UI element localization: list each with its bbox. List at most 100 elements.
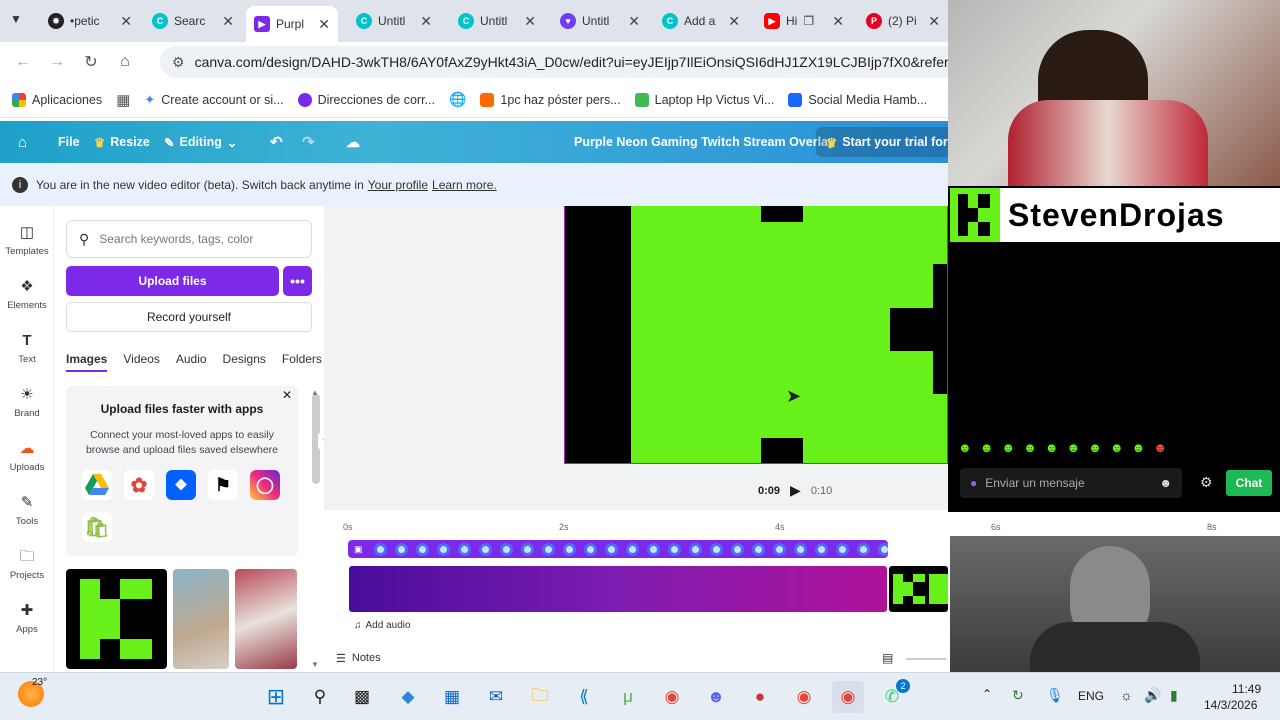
back-arrow-icon[interactable]: ← (6, 53, 40, 71)
close-icon[interactable]: ✕ (282, 388, 292, 402)
notes-button[interactable]: ☰ Notes (336, 652, 381, 665)
chat-message-input[interactable]: ● Enviar un mensaje ☻ (960, 468, 1182, 498)
tab-images[interactable]: Images (66, 352, 108, 372)
chrome-icon[interactable]: ◉ (656, 681, 688, 713)
uploaded-image-thumbnail[interactable] (235, 569, 297, 669)
rail-elements[interactable]: ❖ Elements (0, 278, 54, 311)
emote-icon[interactable]: ☻ (1045, 440, 1059, 455)
emote-icon[interactable]: ☻ (1066, 440, 1080, 455)
close-tab-icon[interactable]: ✕ (222, 13, 234, 30)
instagram-icon[interactable]: ◯ (250, 470, 280, 500)
zoom-slider[interactable] (906, 658, 946, 660)
browser-tab[interactable]: C Searc ✕ (144, 6, 242, 36)
scroll-up-icon[interactable]: ▲ (311, 388, 319, 397)
editing-menu[interactable]: ✎ Editing ⌄ (164, 135, 237, 150)
browser-tab[interactable]: ♥ Untitl ✕ (552, 6, 648, 36)
microsoft-365-icon[interactable]: ◆ (392, 681, 424, 713)
site-info-icon[interactable]: ⚙ (172, 54, 185, 71)
rail-projects[interactable]: 🗀 Projects (0, 548, 54, 581)
add-audio-button[interactable]: ♫ Add audio (354, 620, 411, 631)
scroll-down-icon[interactable]: ▼ (311, 660, 319, 669)
undo-icon[interactable]: ↶ (270, 133, 283, 151)
redo-icon[interactable]: ↷ (302, 133, 315, 151)
close-tab-icon[interactable]: ✕ (524, 13, 536, 30)
upload-files-button[interactable]: Upload files (66, 266, 279, 296)
rail-tools[interactable]: ✎ Tools (0, 494, 54, 527)
animation-track[interactable]: ▣ (348, 540, 888, 558)
your-profile-link[interactable]: Your profile (368, 178, 428, 192)
clock-time[interactable]: 11:49 (1232, 682, 1261, 696)
battery-icon[interactable]: ▮ (1170, 687, 1178, 704)
vscode-icon[interactable]: ⟪ (568, 681, 600, 713)
emote-icon[interactable]: ☻ (980, 440, 994, 455)
bookmark-apps[interactable]: Aplicaciones (12, 92, 102, 107)
learn-more-link[interactable]: Learn more. (432, 178, 497, 192)
bookmark-item[interactable]: Social Media Hamb... (788, 92, 927, 107)
forward-arrow-icon[interactable]: → (40, 53, 74, 71)
reload-icon[interactable]: ↻ (74, 52, 108, 72)
bookmark-grid[interactable]: ▦ (116, 91, 130, 109)
chrome-active-icon[interactable]: ◉ (832, 681, 864, 713)
google-photos-icon[interactable]: ✿ (124, 470, 154, 500)
dropbox-icon[interactable]: ❖ (166, 470, 196, 500)
emoji-icon[interactable]: ☻ (1159, 476, 1172, 490)
bookmark-item[interactable]: ✦ Create account or si... (144, 92, 283, 108)
discord-icon[interactable]: ☻ (700, 681, 732, 713)
search-input[interactable]: ⚲ Search keywords, tags, color (66, 220, 312, 258)
timeline-view-icon[interactable]: ▤ (882, 651, 893, 665)
record-yourself-button[interactable]: Record yourself (66, 302, 312, 332)
volume-icon[interactable]: 🔊 (1144, 687, 1161, 704)
browser-tab-active[interactable]: ▶ Purpl ✕ (246, 6, 338, 42)
emote-icon[interactable]: ☻ (1001, 440, 1015, 455)
tab-designs[interactable]: Designs (223, 352, 266, 372)
emote-icon[interactable]: ☻ (958, 440, 972, 455)
store-icon[interactable]: ▦ (436, 681, 468, 713)
clock-date[interactable]: 14/3/2026 (1204, 698, 1257, 712)
bookmark-item[interactable]: Direcciones de corr... (297, 92, 435, 107)
language-indicator[interactable]: ENG (1078, 689, 1104, 703)
outlook-icon[interactable]: ✉ (480, 681, 512, 713)
browser-tab[interactable]: ▶ Hi ❐ ✕ (756, 6, 852, 36)
chrome-profile-icon[interactable]: ◉ (788, 681, 820, 713)
rail-apps[interactable]: ✚ Apps (0, 602, 54, 635)
uploaded-image-thumbnail[interactable] (66, 569, 167, 669)
bookmark-item[interactable]: 🌐 (449, 91, 466, 108)
file-explorer-icon[interactable]: 🗀 (524, 681, 556, 713)
url-field[interactable]: ⚙ canva.com/design/DAHD-3wkTH8/6AY0fAxZ9… (160, 46, 960, 78)
tab-folders[interactable]: Folders (282, 352, 322, 372)
bookmark-item[interactable]: 1pc haz póster pers... (480, 92, 621, 107)
file-menu[interactable]: File (58, 135, 80, 149)
tab-list-chevron-icon[interactable]: ▼ (10, 12, 22, 26)
chevron-up-icon[interactable]: ⌃ (982, 687, 992, 701)
shopify-icon[interactable]: 🛍 (82, 512, 112, 542)
google-drive-icon[interactable] (82, 470, 112, 500)
browser-tab[interactable]: C Add a ✕ (654, 6, 748, 36)
obs-icon[interactable]: ● (744, 681, 776, 713)
close-tab-icon[interactable]: ✕ (832, 13, 844, 30)
picture-in-picture-icon[interactable]: ❐ (803, 14, 814, 28)
home-icon[interactable]: ⌂ (108, 53, 142, 71)
sync-icon[interactable]: ↻ (1012, 687, 1024, 704)
close-tab-icon[interactable]: ✕ (628, 13, 640, 30)
chat-send-button[interactable]: Chat (1226, 470, 1272, 496)
rail-text[interactable]: T Text (0, 332, 54, 365)
microphone-icon[interactable]: 🎙 (1046, 687, 1064, 704)
emote-icon[interactable]: ☻ (1110, 440, 1124, 455)
design-title[interactable]: Purple Neon Gaming Twitch Stream Overlay (574, 135, 835, 149)
emote-icon[interactable]: ☻ (1088, 440, 1102, 455)
home-icon[interactable]: ⌂ (18, 134, 27, 151)
settings-gear-icon[interactable]: ⚙ (1200, 474, 1213, 491)
close-tab-icon[interactable]: ✕ (120, 13, 132, 30)
windows-start-icon[interactable]: ⊞ (260, 681, 292, 713)
more-options-icon[interactable]: ••• (283, 266, 312, 296)
task-view-icon[interactable]: ▩ (346, 681, 378, 713)
rail-uploads[interactable]: ☁ Uploads (0, 440, 54, 473)
emote-icon[interactable]: ☻ (1153, 440, 1167, 455)
klaviyo-icon[interactable]: ⚑ (208, 470, 238, 500)
k-logo-clip[interactable] (889, 566, 948, 612)
rail-templates[interactable]: ◫ Templates (0, 224, 54, 257)
emote-icon[interactable]: ☻ (1132, 440, 1146, 455)
browser-tab[interactable]: P (2) Pi ✕ (858, 6, 948, 36)
search-icon[interactable]: ⚲ (304, 681, 336, 713)
close-tab-icon[interactable]: ✕ (420, 13, 432, 30)
